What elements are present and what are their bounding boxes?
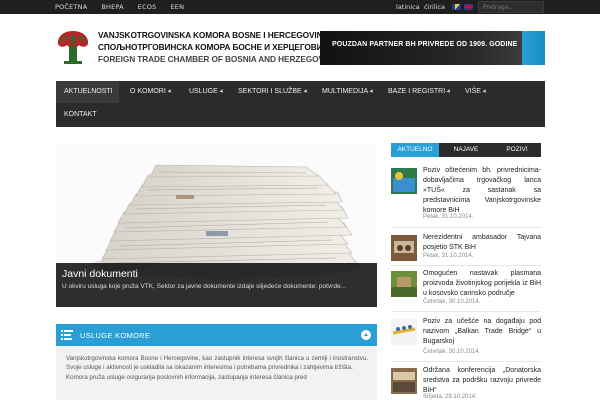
- news-thumbnail[interactable]: [391, 271, 417, 297]
- nav-item-aktuelnosti[interactable]: AKTUELNOSTI: [56, 81, 119, 103]
- news-thumbnail[interactable]: [391, 168, 417, 194]
- news-divider: [391, 361, 541, 362]
- lang-cyrillic-link[interactable]: ćirilica: [424, 0, 445, 14]
- news-date: Srijeda, 29.10.2014.: [423, 394, 477, 400]
- uk-flag-icon[interactable]: [464, 4, 473, 10]
- news-title[interactable]: Nerezidentni ambasador Tajvana posjetio …: [423, 233, 541, 253]
- news-divider: [391, 265, 541, 266]
- bh-flag-icon[interactable]: [452, 4, 461, 10]
- nav-item-sektori[interactable]: SEKTORI I SLUŽBE: [238, 81, 309, 103]
- dropdown-caret-icon: [167, 88, 173, 94]
- news-date: Petak, 31.10.2014.: [423, 214, 474, 220]
- news-divider: [391, 311, 541, 312]
- nav-item-kontakt[interactable]: KONTAKT: [64, 104, 97, 126]
- nav-item-multimedija[interactable]: MULTIMEDIJA: [322, 81, 375, 103]
- nav-item-o-komori[interactable]: O KOMORI: [130, 81, 173, 103]
- top-link-ecos[interactable]: ECOS: [138, 0, 157, 14]
- dropdown-caret-icon: [219, 88, 225, 94]
- header-banner[interactable]: [320, 31, 545, 65]
- news-title[interactable]: Poziv oštećenim bh. privrednicima-dobavl…: [423, 166, 541, 216]
- chamber-name-bs: VANJSKOTRGOVINSKA KOMORA BOSNE I HERCEGO…: [98, 30, 328, 40]
- news-date: Četvrtak, 30.10.2014.: [423, 349, 481, 355]
- lang-latin-link[interactable]: latinica: [396, 0, 420, 14]
- dropdown-caret-icon: [303, 88, 309, 94]
- top-link-pocetna[interactable]: POČETNA: [55, 0, 87, 14]
- news-title[interactable]: Omogućen nastavak plasmana proizvoda živ…: [423, 269, 541, 299]
- news-thumbnail[interactable]: [391, 319, 417, 345]
- tab-aktuelno[interactable]: AKTUELNO: [391, 143, 439, 157]
- services-text: Vanjskotrgovinska komora Bosne i Hercego…: [66, 354, 368, 382]
- news-divider: [391, 227, 541, 228]
- nav-item-vise[interactable]: VIŠE: [465, 81, 488, 103]
- list-icon: [61, 330, 73, 340]
- top-link-bhepa[interactable]: BHEPA: [101, 0, 123, 14]
- news-thumbnail[interactable]: [391, 368, 417, 394]
- news-title[interactable]: Održana konferencija „Donatorska sredstv…: [423, 366, 541, 396]
- tab-pozivi[interactable]: POZIVI: [493, 143, 541, 157]
- hero-text: U okviru usluga koje pruža VTK, Sektor z…: [62, 283, 346, 290]
- dropdown-caret-icon: [446, 88, 452, 94]
- news-date: Četvrtak, 30.10.2014.: [423, 299, 481, 305]
- news-title[interactable]: Poziv za učešće na događaju pod nazivom …: [423, 317, 541, 347]
- news-date: Petak, 31.10.2014.: [423, 253, 474, 259]
- collapse-arrow-icon[interactable]: [361, 330, 371, 340]
- nav-item-baze[interactable]: BAZE I REGISTRI: [388, 81, 452, 103]
- tab-najave[interactable]: NAJAVE: [442, 143, 490, 157]
- dropdown-caret-icon: [369, 88, 375, 94]
- services-paragraph-1: Vanjskotrgovinska komora Bosne i Hercego…: [66, 355, 368, 372]
- services-paragraph-2: Komora pruža usluge osiguranja poslovnih…: [66, 373, 307, 381]
- services-title: USLUGE KOMORE: [80, 331, 151, 340]
- banner-text: POUZDAN PARTNER BH PRIVREDE OD 1909. GOD…: [332, 41, 518, 48]
- top-links: POČETNA BHEPA ECOS EEN: [55, 0, 198, 14]
- news-thumbnail[interactable]: [391, 235, 417, 261]
- top-link-een[interactable]: EEN: [170, 0, 184, 14]
- nav-item-usluge[interactable]: USLUGE: [189, 81, 225, 103]
- chamber-name-sr: СПОЉНОТРГОВИНСКА КОМОРА БОСНЕ И ХЕРЦЕГОВ…: [98, 42, 334, 52]
- chamber-name-en: FOREIGN TRADE CHAMBER OF BOSNIA AND HERZ…: [98, 54, 338, 64]
- banner-stripe: [522, 31, 545, 65]
- chamber-logo-icon[interactable]: [56, 29, 90, 65]
- search-input[interactable]: [478, 1, 544, 13]
- hero-title[interactable]: Javni dokumenti: [62, 268, 138, 280]
- dropdown-caret-icon: [482, 88, 488, 94]
